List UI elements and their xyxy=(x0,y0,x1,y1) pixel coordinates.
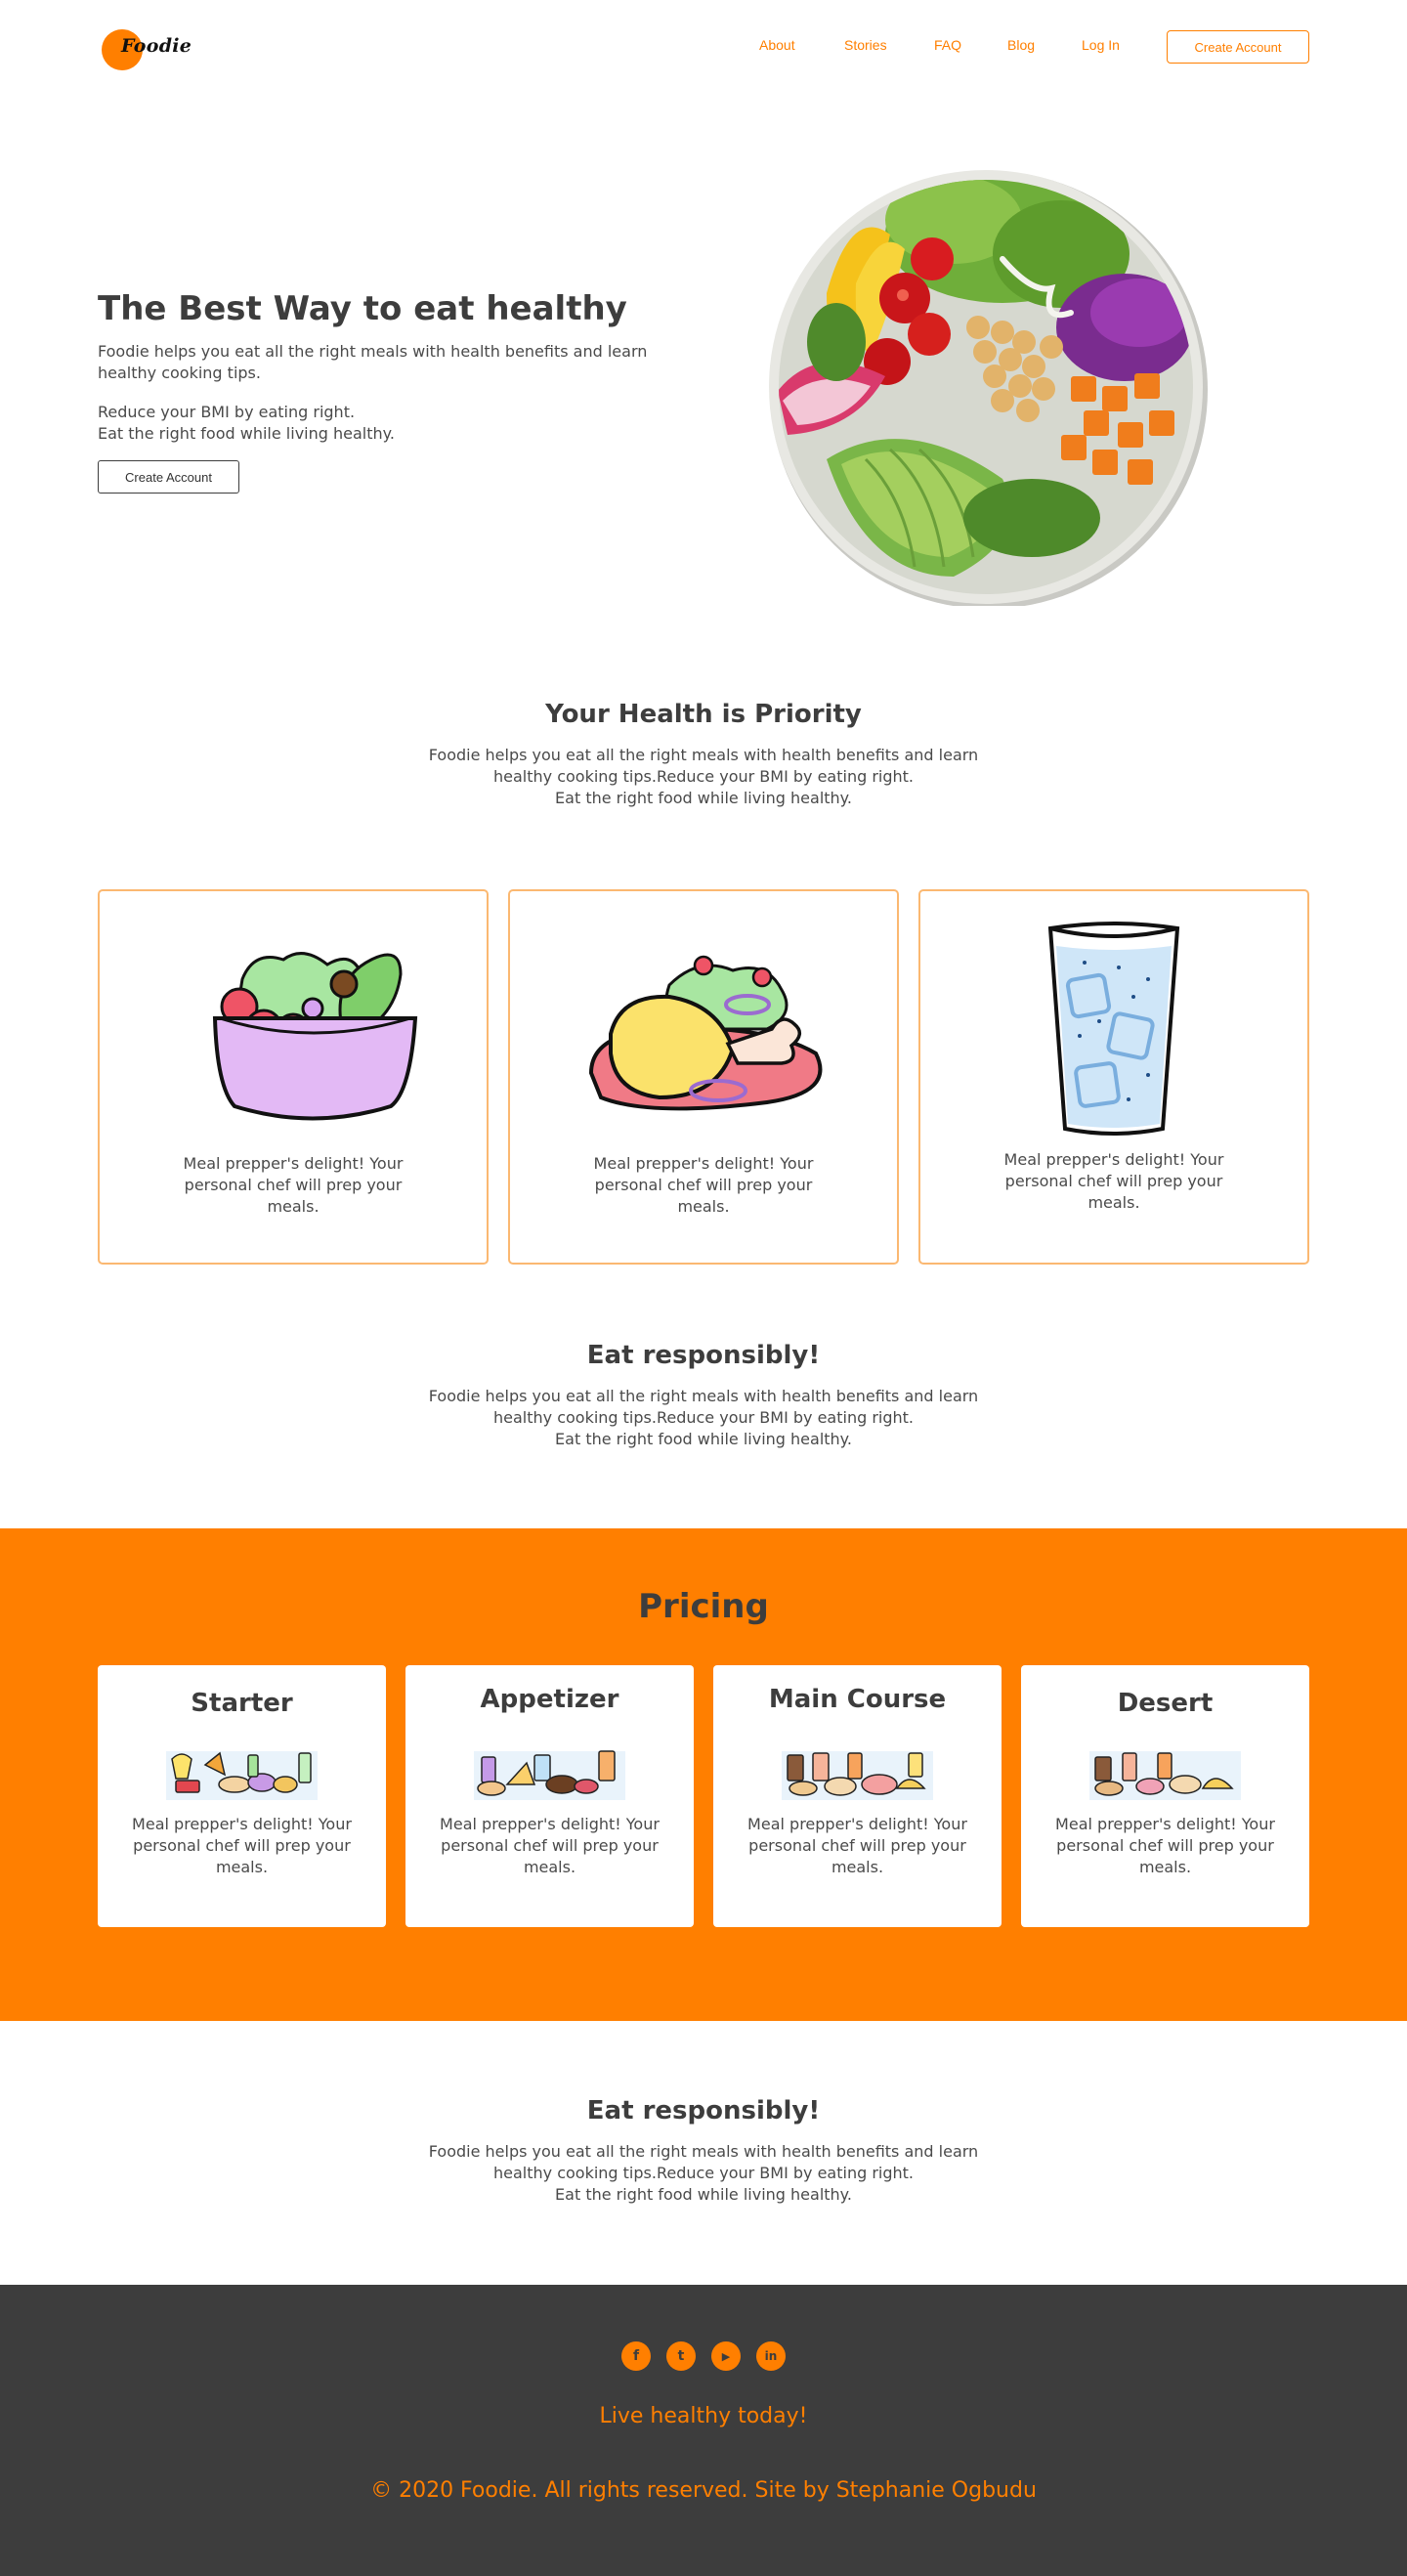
feature-text: Meal prepper's delight! Your personal ch… xyxy=(920,1149,1307,1214)
linkedin-glyph: in xyxy=(764,2349,778,2363)
food-spread-illustration xyxy=(782,1745,933,1800)
youtube-icon[interactable]: ▶ xyxy=(711,2341,741,2371)
food-spread-illustration xyxy=(166,1745,318,1800)
hero-bmi-line-1: Reduce your BMI by eating right. xyxy=(98,403,356,421)
plan-description-line-2: personal chef will prep your xyxy=(133,1836,351,1855)
nav-link-faq[interactable]: FAQ xyxy=(934,37,961,53)
water-glass-illustration xyxy=(1041,919,1187,1139)
youtube-glyph: ▶ xyxy=(721,2349,731,2363)
footer-copyright: © 2020 Foodie. All rights reserved. Site… xyxy=(370,2478,1037,2503)
feature-text-line-1: Meal prepper's delight! Your xyxy=(183,1154,404,1173)
plan-description-line-2: personal chef will prep your xyxy=(748,1836,966,1855)
twitter-glyph: t xyxy=(677,2348,685,2364)
plan-name: Starter xyxy=(191,1689,293,1718)
create-account-nav-button[interactable]: Create Account xyxy=(1167,30,1309,64)
feature-text-line-2: personal chef will prep your xyxy=(594,1176,813,1194)
feature-card-chicken: Meal prepper's delight! Your personal ch… xyxy=(508,889,899,1265)
plan-name: Main Course xyxy=(768,1685,947,1714)
salad-bowl-photo xyxy=(758,166,1214,609)
hero-bmi-line-2: Eat the right food while living healthy. xyxy=(98,424,395,443)
feature-text-line-1: Meal prepper's delight! Your xyxy=(593,1154,814,1173)
nav-link-login[interactable]: Log In xyxy=(1082,37,1120,53)
plan-description-line-3: meals. xyxy=(1138,1858,1192,1876)
nav-link-blog[interactable]: Blog xyxy=(1007,37,1035,53)
pricing-card-desert[interactable]: Desert Meal prepper's delight! Your pers… xyxy=(1021,1665,1309,1927)
eat-responsibly-line-1: Foodie helps you eat all the right meals… xyxy=(428,1387,979,1405)
top-nav: Foodie About Stories FAQ Blog Log In Cre… xyxy=(0,0,1407,98)
plan-description-line-1: Meal prepper's delight! Your xyxy=(440,1815,660,1833)
nav-link-stories[interactable]: Stories xyxy=(844,37,887,53)
feature-text: Meal prepper's delight! Your personal ch… xyxy=(100,1153,487,1218)
health-line-3: Eat the right food while living healthy. xyxy=(555,789,852,807)
facebook-icon[interactable]: f xyxy=(621,2341,651,2371)
plan-name: Appetizer xyxy=(480,1685,619,1714)
health-title: Your Health is Priority xyxy=(545,700,862,729)
plan-description-line-3: meals. xyxy=(523,1858,576,1876)
plan-description-line-1: Meal prepper's delight! Your xyxy=(747,1815,967,1833)
plan-description-line-1: Meal prepper's delight! Your xyxy=(1055,1815,1275,1833)
plan-description: Meal prepper's delight! Your personal ch… xyxy=(405,1814,694,1878)
plan-description: Meal prepper's delight! Your personal ch… xyxy=(98,1814,386,1878)
feature-text-line-2: personal chef will prep your xyxy=(1004,1172,1223,1190)
hero-intro-line-1: Foodie helps you eat all the right meals… xyxy=(98,342,648,361)
eat-responsibly-line-1: Foodie helps you eat all the right meals… xyxy=(428,2142,979,2161)
footer-tagline: Live healthy today! xyxy=(599,2404,808,2428)
eat-responsibly-line-2: healthy cooking tips.Reduce your BMI by … xyxy=(492,2164,915,2182)
landing-page: Foodie About Stories FAQ Blog Log In Cre… xyxy=(0,0,1407,2576)
feature-text-line-2: personal chef will prep your xyxy=(184,1176,403,1194)
feature-card-salad: Meal prepper's delight! Your personal ch… xyxy=(98,889,489,1265)
hero-bmi-text: Reduce your BMI by eating right. Eat the… xyxy=(98,402,674,445)
health-line-1: Foodie helps you eat all the right meals… xyxy=(428,746,979,764)
feature-text-line-1: Meal prepper's delight! Your xyxy=(1003,1150,1224,1169)
eat-responsibly-title: Eat responsibly! xyxy=(586,2096,821,2125)
plan-description-line-2: personal chef will prep your xyxy=(1056,1836,1274,1855)
hero-intro: Foodie helps you eat all the right meals… xyxy=(98,341,674,384)
pricing-section: Pricing Starter Meal prepper's delight! … xyxy=(0,1528,1407,2021)
food-spread-illustration xyxy=(474,1745,625,1800)
eat-responsibly-line-3: Eat the right food while living healthy. xyxy=(555,2185,852,2204)
linkedin-icon[interactable]: in xyxy=(756,2341,786,2371)
feature-text: Meal prepper's delight! Your personal ch… xyxy=(510,1153,897,1218)
pricing-card-starter[interactable]: Starter Meal prepper's delight! Your per… xyxy=(98,1665,386,1927)
facebook-glyph: f xyxy=(632,2348,640,2364)
nav-link-about[interactable]: About xyxy=(759,37,795,53)
site-footer: f t ▶ in Live healthy today! © 2020 Food… xyxy=(0,2285,1407,2576)
eat-responsibly-title: Eat responsibly! xyxy=(586,1341,821,1370)
plan-description-line-3: meals. xyxy=(831,1858,884,1876)
plan-description: Meal prepper's delight! Your personal ch… xyxy=(1021,1814,1309,1878)
hero-title: The Best Way to eat healthy xyxy=(98,289,627,328)
pricing-card-appetizer[interactable]: Appetizer Meal prepper's delight! Your p… xyxy=(405,1665,694,1927)
plan-description-line-2: personal chef will prep your xyxy=(441,1836,659,1855)
feature-text-line-3: meals. xyxy=(1087,1193,1140,1212)
plan-name: Desert xyxy=(1117,1689,1214,1718)
feature-text-line-3: meals. xyxy=(267,1197,320,1216)
plan-description-line-1: Meal prepper's delight! Your xyxy=(132,1815,352,1833)
eat-responsibly-line-2: healthy cooking tips.Reduce your BMI by … xyxy=(492,1408,915,1427)
pricing-card-main-course[interactable]: Main Course Meal prepper's delight! Your… xyxy=(713,1665,1002,1927)
food-spread-illustration xyxy=(1089,1745,1241,1800)
eat-responsibly-line-3: Eat the right food while living healthy. xyxy=(555,1430,852,1448)
health-line-2: healthy cooking tips.Reduce your BMI by … xyxy=(492,767,915,786)
feature-card-water: Meal prepper's delight! Your personal ch… xyxy=(918,889,1309,1265)
plan-description-line-3: meals. xyxy=(215,1858,269,1876)
twitter-icon[interactable]: t xyxy=(666,2341,696,2371)
feature-text-line-3: meals. xyxy=(677,1197,730,1216)
pricing-title: Pricing xyxy=(638,1587,769,1626)
hero-intro-line-2: healthy cooking tips. xyxy=(98,364,261,382)
salad-bowl-illustration xyxy=(166,921,420,1126)
chicken-plate-illustration xyxy=(572,936,835,1122)
create-account-hero-button[interactable]: Create Account xyxy=(98,460,239,494)
plan-description: Meal prepper's delight! Your personal ch… xyxy=(713,1814,1002,1878)
